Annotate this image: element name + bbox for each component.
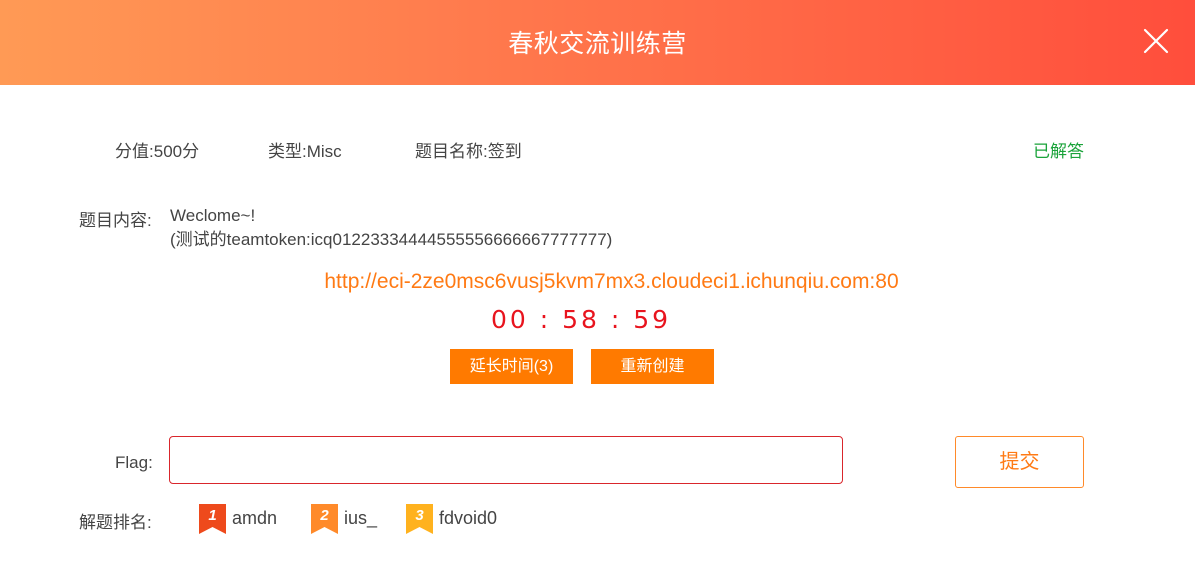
- description-line-1: Weclome~!: [170, 206, 256, 225]
- score-info: 分值:500分: [115, 137, 199, 162]
- name-info: 题目名称:签到: [415, 137, 522, 162]
- rank-user-name: ius_: [344, 508, 378, 528]
- name-value: 签到: [487, 142, 522, 161]
- rank-badge-icon: 1: [199, 504, 226, 534]
- ranking-label: 解题排名:: [79, 513, 152, 532]
- rank-number: 2: [320, 507, 329, 524]
- flag-label: Flag:: [115, 453, 153, 472]
- challenge-description: Weclome~! (测试的teamtoken:icq0122333444455…: [170, 204, 612, 252]
- score-value: 500分: [153, 142, 200, 161]
- challenge-url-link[interactable]: http://eci-2ze0msc6vusj5kvm7mx3.cloudeci…: [0, 270, 1195, 294]
- rank-user-name: amdn: [232, 508, 278, 528]
- modal-title: 春秋交流训练营: [508, 30, 687, 58]
- extend-time-button[interactable]: 延长时间(3): [450, 349, 573, 384]
- recreate-button[interactable]: 重新创建: [591, 349, 714, 384]
- type-info: 类型:Misc: [268, 137, 342, 162]
- submit-button[interactable]: 提交: [955, 436, 1084, 488]
- solved-status: 已解答: [1033, 142, 1084, 161]
- flag-input[interactable]: [169, 436, 843, 484]
- challenge-info-row: 分值:500分 类型:Misc 题目名称:签到 已解答: [0, 137, 1195, 161]
- rank-user-name: fdvoid0: [439, 508, 498, 528]
- score-label: 分值:: [115, 142, 154, 161]
- type-value: Misc: [306, 142, 342, 161]
- close-icon[interactable]: [1143, 28, 1169, 54]
- description-line-2: (测试的teamtoken:icq01223334444555556666667…: [170, 230, 613, 249]
- content-label: 题目内容:: [79, 211, 152, 230]
- rank-badge-icon: 2: [311, 504, 338, 534]
- rank-number: 1: [208, 507, 217, 524]
- modal-header: 春秋交流训练营: [0, 0, 1195, 85]
- name-label: 题目名称:: [415, 142, 488, 161]
- type-label: 类型:: [268, 142, 307, 161]
- countdown-timer: 00 : 58 : 59: [490, 305, 672, 334]
- rank-badge-icon: 3: [406, 504, 433, 534]
- rank-number: 3: [415, 507, 424, 524]
